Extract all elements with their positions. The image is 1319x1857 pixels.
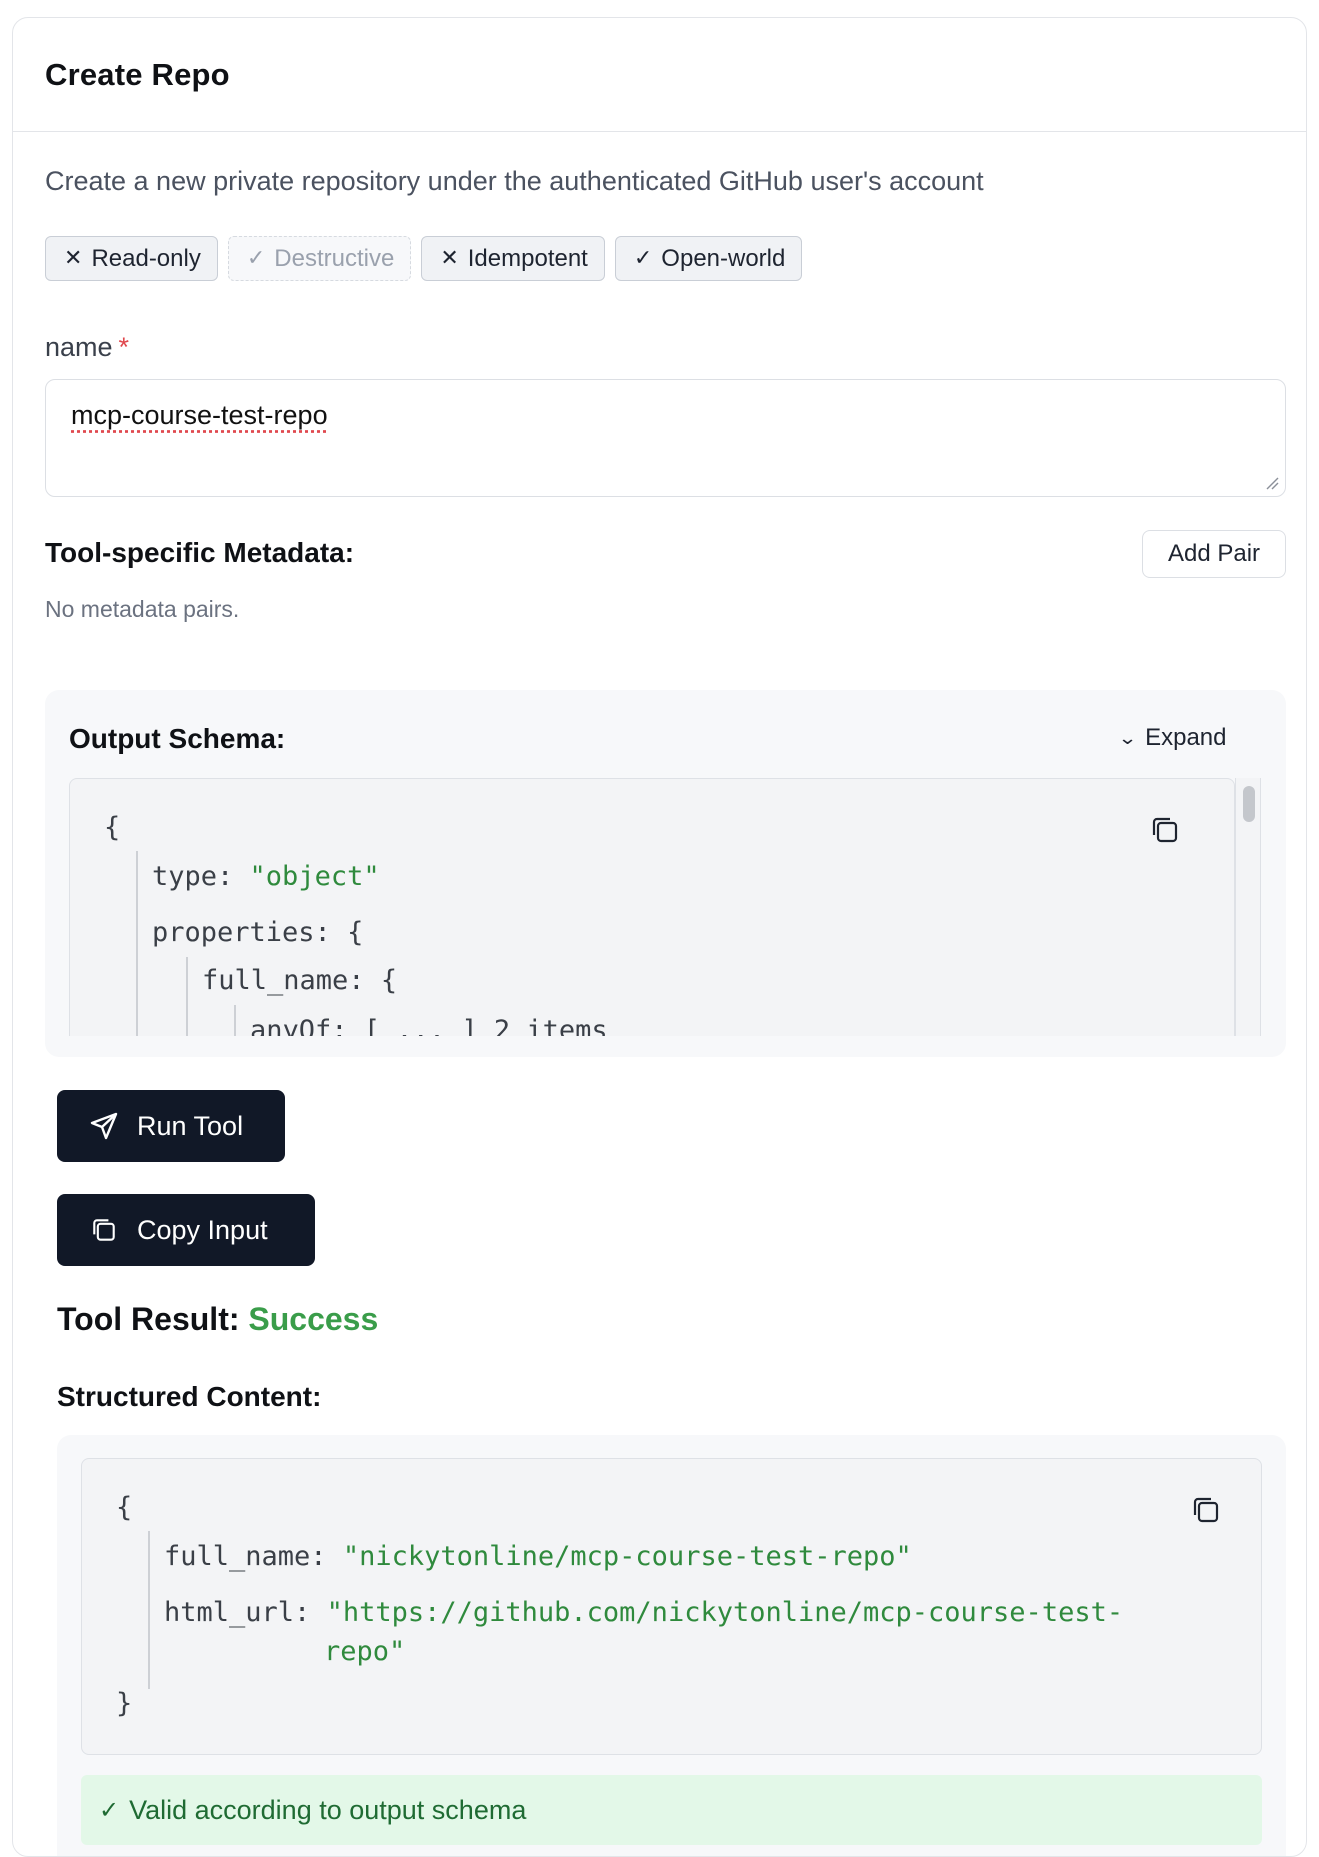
name-field-label: name * bbox=[45, 332, 129, 363]
structured-content-panel: { full_name: "nickytonline/mcp-course-te… bbox=[57, 1435, 1286, 1856]
code-key: type: bbox=[152, 861, 234, 892]
code-line: properties: { bbox=[152, 917, 363, 948]
code-key: html_url: bbox=[164, 1597, 311, 1628]
badge-label: Open-world bbox=[661, 244, 786, 272]
code-key: anyOf: bbox=[250, 1015, 348, 1036]
add-pair-button[interactable]: Add Pair bbox=[1142, 530, 1286, 578]
structured-content-code[interactable]: { full_name: "nickytonline/mcp-course-te… bbox=[81, 1458, 1262, 1755]
send-icon bbox=[90, 1112, 118, 1140]
run-tool-button[interactable]: Run Tool bbox=[57, 1090, 285, 1162]
badge-read-only: ✕ Read-only bbox=[45, 236, 218, 281]
output-schema-code[interactable]: { type: "object" properties: { full_name… bbox=[69, 778, 1235, 1036]
copy-icon[interactable] bbox=[1189, 1493, 1223, 1527]
check-icon: ✓ bbox=[99, 1796, 120, 1824]
output-schema-title: Output Schema: bbox=[69, 723, 286, 754]
scrollbar[interactable] bbox=[1235, 778, 1261, 1036]
code-brace: { bbox=[104, 812, 121, 843]
x-icon: ✕ bbox=[440, 246, 459, 271]
copy-icon bbox=[93, 1219, 115, 1241]
code-key: full_name: bbox=[202, 965, 365, 996]
code-brace: { bbox=[116, 1492, 133, 1523]
badge-label: Idempotent bbox=[467, 244, 588, 272]
tool-result-status: Success bbox=[248, 1301, 379, 1337]
name-input-value: mcp-course-test-repo bbox=[71, 400, 328, 430]
required-marker: * bbox=[118, 332, 130, 362]
check-icon: ✓ bbox=[246, 246, 266, 271]
tool-description: Create a new private repository under th… bbox=[45, 166, 984, 196]
code-value: { bbox=[380, 965, 398, 996]
copy-input-label: Copy Input bbox=[137, 1214, 268, 1245]
run-tool-label: Run Tool bbox=[137, 1110, 244, 1141]
expand-label: Expand bbox=[1145, 724, 1227, 751]
copy-input-button[interactable]: Copy Input bbox=[57, 1194, 315, 1266]
code-brace: } bbox=[116, 1688, 133, 1719]
code-value: [ ... ] 2 items bbox=[363, 1015, 608, 1036]
x-icon: ✕ bbox=[64, 246, 83, 271]
resize-handle-icon[interactable] bbox=[1265, 476, 1279, 490]
copy-icon[interactable] bbox=[1148, 813, 1182, 847]
page-title: Create Repo bbox=[45, 56, 230, 92]
card-header: Create Repo bbox=[13, 18, 1306, 132]
scrollbar-thumb[interactable] bbox=[1243, 786, 1255, 822]
code-key: full_name: bbox=[164, 1541, 327, 1572]
tool-result-label: Tool Result: bbox=[57, 1301, 240, 1337]
badge-destructive: ✓ Destructive bbox=[227, 236, 412, 281]
name-input[interactable]: mcp-course-test-repo bbox=[45, 379, 1286, 497]
badge-label: Destructive bbox=[274, 244, 395, 272]
validation-status: ✓ Valid according to output schema bbox=[81, 1775, 1262, 1845]
metadata-empty-text: No metadata pairs. bbox=[45, 596, 240, 622]
code-value: { bbox=[347, 917, 364, 948]
badge-open-world: ✓ Open-world bbox=[614, 236, 803, 281]
badge-idempotent: ✕ Idempotent bbox=[421, 236, 605, 281]
code-line: type: "object" bbox=[152, 861, 380, 892]
tool-result-title: Tool Result: Success bbox=[57, 1301, 378, 1338]
validation-text: Valid according to output schema bbox=[129, 1794, 527, 1825]
tool-card: Create Repo Create a new private reposit… bbox=[12, 17, 1307, 1857]
badge-label: Read-only bbox=[91, 244, 201, 272]
code-value: "nickytonline/mcp-course-test-repo" bbox=[342, 1541, 912, 1572]
check-icon: ✓ bbox=[633, 246, 653, 271]
metadata-title: Tool-specific Metadata: bbox=[45, 537, 355, 568]
code-line: html_url: "https://github.com/nickytonli… bbox=[164, 1597, 1123, 1628]
code-line: anyOf: [ ... ] 2 items bbox=[250, 1015, 608, 1036]
code-value: "https://github.com/nickytonline/mcp-cou… bbox=[326, 1597, 1124, 1628]
annotation-badges: ✕ Read-only ✓ Destructive ✕ Idempotent ✓ Open-w… bbox=[45, 236, 803, 281]
code-line: full_name: { bbox=[202, 965, 397, 996]
chevron-down-icon: ⌄ bbox=[1117, 727, 1138, 749]
code-line: full_name: "nickytonline/mcp-course-test… bbox=[164, 1541, 912, 1572]
name-label-text: name bbox=[45, 332, 113, 362]
expand-button[interactable]: ⌄ Expand bbox=[1117, 724, 1227, 752]
code-value-continued: repo" bbox=[324, 1636, 406, 1667]
structured-content-title: Structured Content: bbox=[57, 1381, 322, 1412]
code-value: "object" bbox=[249, 861, 380, 892]
output-schema-panel: Output Schema: ⌄ Expand { type: "object"… bbox=[45, 690, 1286, 1057]
code-key: properties: bbox=[152, 917, 331, 948]
